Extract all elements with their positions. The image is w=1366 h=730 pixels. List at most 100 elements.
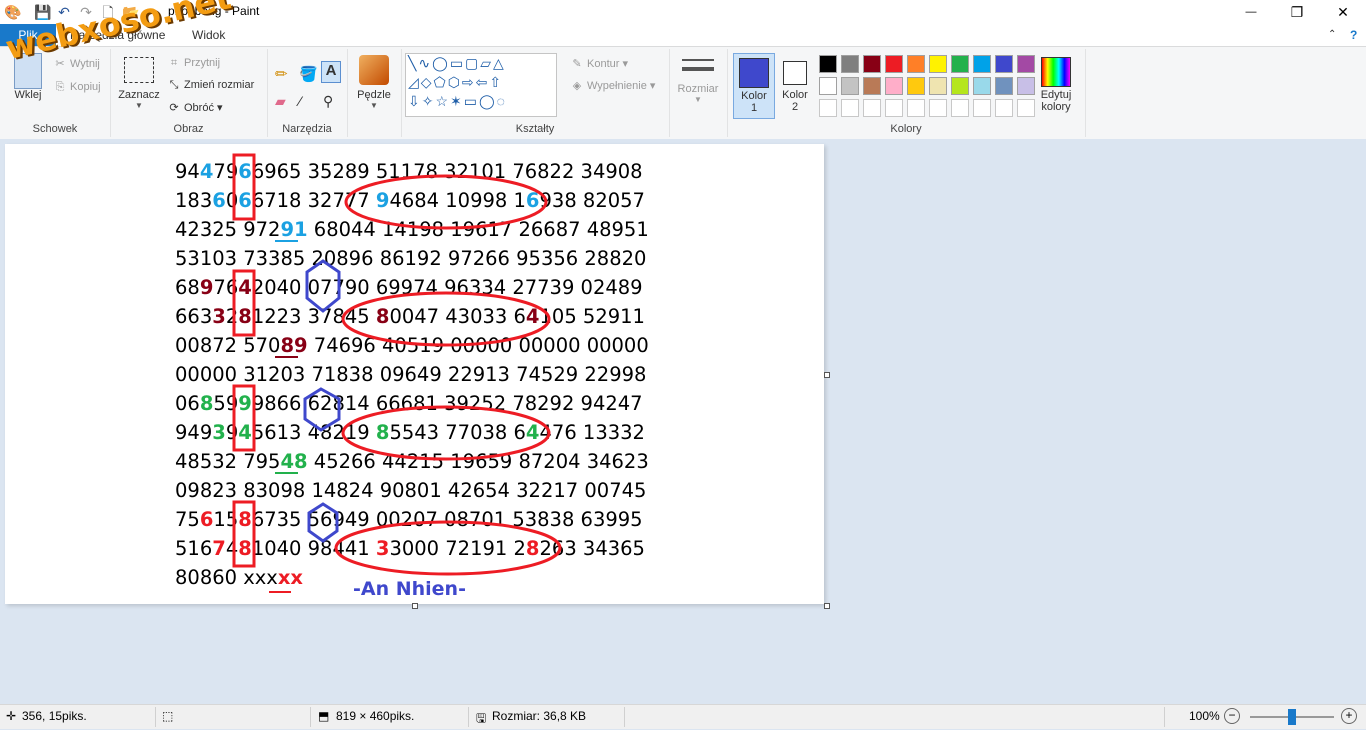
zoom-out-button[interactable]: − <box>1224 708 1240 724</box>
minimize-button[interactable]: — <box>1228 0 1274 24</box>
canvas-area[interactable]: 9447966965 35289 51178 32101 76822 34908… <box>0 139 1366 704</box>
custom-color-slot[interactable] <box>995 99 1013 117</box>
signature-text: -An Nhien- <box>353 578 466 600</box>
zoom-slider-thumb[interactable] <box>1288 709 1296 725</box>
outline-button[interactable]: ✎ Kontur ▾ <box>569 57 628 70</box>
custom-color-slot[interactable] <box>863 99 881 117</box>
palette-color-swatch[interactable] <box>995 55 1013 73</box>
palette-color-swatch[interactable] <box>995 77 1013 95</box>
color-wheel-icon <box>1041 57 1071 87</box>
maximize-button[interactable]: ❐ <box>1274 0 1320 24</box>
colors-group: Kolor 1 Kolor 2 Edytuj kolory Kolory <box>727 49 1086 137</box>
resize-handle-bottom[interactable] <box>412 603 418 609</box>
digit-run: 53103 73385 20896 86192 97266 95356 2882… <box>175 247 647 270</box>
highlighted-digit: 4 <box>525 305 540 328</box>
fill-bucket-icon[interactable]: 🪣 <box>299 65 318 83</box>
palette-color-swatch[interactable] <box>951 77 969 95</box>
palette-color-swatch[interactable] <box>885 77 903 95</box>
digit-run: 3000 72191 2 <box>389 537 526 560</box>
number-line: 0685999866 62814 66681 39252 78292 94247 <box>175 392 643 415</box>
custom-color-slot[interactable] <box>973 99 991 117</box>
color-picker-icon[interactable]: ⁄ <box>299 93 301 109</box>
color1-button[interactable]: Kolor 1 <box>733 53 775 119</box>
copy-button[interactable]: ⎘ Kopiuj <box>52 81 101 94</box>
number-line: 5167481040 98441 33000 72191 28263 34365 <box>175 537 645 560</box>
custom-color-slot[interactable] <box>841 99 859 117</box>
palette-color-swatch[interactable] <box>819 55 837 73</box>
custom-color-slot[interactable] <box>907 99 925 117</box>
highlighted-digit: 6 <box>199 508 214 531</box>
digit-run: 00000 31203 71838 09649 22913 74529 2299… <box>175 363 647 386</box>
tab-view[interactable]: Widok <box>182 24 235 46</box>
zoom-slider[interactable] <box>1250 709 1334 725</box>
palette-color-swatch[interactable] <box>863 55 881 73</box>
palette-color-swatch[interactable] <box>929 77 947 95</box>
highlighted-digit: 4 <box>525 421 540 444</box>
cut-button[interactable]: ✂ Wytnij <box>52 57 99 70</box>
palette-color-swatch[interactable] <box>973 77 991 95</box>
cursor-position-icon: ✛ <box>6 709 17 723</box>
color2-button[interactable]: Kolor 2 <box>775 53 815 117</box>
brush-icon <box>359 55 389 85</box>
text-tool-icon[interactable]: A <box>321 61 341 83</box>
paste-label: Wklej <box>14 89 42 101</box>
number-line: 48532 79548 45266 44215 19659 87204 3462… <box>175 450 649 473</box>
palette-color-swatch[interactable] <box>841 77 859 95</box>
custom-color-slot[interactable] <box>929 99 947 117</box>
palette-color-swatch[interactable] <box>973 55 991 73</box>
palette-color-swatch[interactable] <box>907 55 925 73</box>
resize-handle-corner[interactable] <box>824 603 830 609</box>
select-button[interactable]: Zaznacz ▼ <box>116 57 162 110</box>
crop-button[interactable]: ⌗ Przytnij <box>166 57 220 70</box>
shapes-gallery[interactable]: ╲∿◯▭▢▱△ ◿◇⬠⬡⇨⇦⇧ ⇩✧☆✶▭◯◌ <box>405 53 557 117</box>
color2-swatch <box>783 61 807 85</box>
digit-run: 68044 14198 19617 26687 48951 <box>307 218 649 241</box>
highlighted-digit: 8 <box>525 537 540 560</box>
edit-colors-button[interactable]: Edytuj kolory <box>1033 53 1079 113</box>
rotate-button[interactable]: ⟳ Obróć ▾ <box>166 101 222 114</box>
custom-color-slot[interactable] <box>885 99 903 117</box>
eraser-icon[interactable]: ▰ <box>275 93 286 110</box>
number-line: 9447966965 35289 51178 32101 76822 34908 <box>175 160 643 183</box>
highlighted-digit: 4 <box>238 276 252 299</box>
highlighted-digit: 3 <box>212 305 226 328</box>
highlighted-digit: 3 <box>375 537 390 560</box>
digit-run: 183 <box>175 189 213 212</box>
rotate-icon: ⟳ <box>169 102 179 114</box>
help-icon[interactable]: ? <box>1340 24 1366 46</box>
highlighted-digit: 9 <box>375 189 390 212</box>
zoom-in-button[interactable]: + <box>1341 708 1357 724</box>
drawing-canvas[interactable]: 9447966965 35289 51178 32101 76822 34908… <box>5 144 824 604</box>
shapes-group-label: Kształty <box>515 123 555 135</box>
palette-color-swatch[interactable] <box>929 55 947 73</box>
resize-button[interactable]: ⤡ Zmień rozmiar <box>166 79 255 92</box>
digit-run: 74696 40519 00000 00000 00000 <box>307 334 649 357</box>
digit-run: 6735 56949 00207 08701 53838 63995 <box>251 508 643 531</box>
number-line: 42325 97291 68044 14198 19617 26687 4895… <box>175 218 649 241</box>
status-separator <box>624 707 625 727</box>
fill-button[interactable]: ◈ Wypełnienie ▾ <box>569 79 656 92</box>
file-size: Rozmiar: 36,8 KB <box>492 709 587 723</box>
palette-color-swatch[interactable] <box>885 55 903 73</box>
palette-color-swatch[interactable] <box>907 77 925 95</box>
digit-run: 9866 62814 66681 39252 78292 94247 <box>251 392 643 415</box>
digit-run: 2 <box>225 305 239 328</box>
tools-group: ✏ 🪣 A ▰ ⁄ ⚲ Narzędzia <box>267 49 348 137</box>
pencil-icon[interactable]: ✏ <box>275 65 288 83</box>
highlighted-digit: 8 <box>238 537 252 560</box>
magnifier-icon[interactable]: ⚲ <box>323 93 333 110</box>
palette-color-swatch[interactable] <box>863 77 881 95</box>
highlighted-digit: 4 <box>238 421 252 444</box>
palette-color-swatch[interactable] <box>951 55 969 73</box>
size-button[interactable]: Rozmiar ▼ <box>675 55 721 104</box>
palette-color-swatch[interactable] <box>841 55 859 73</box>
custom-color-slot[interactable] <box>951 99 969 117</box>
save-icon[interactable]: 💾 <box>34 4 51 20</box>
close-button[interactable]: ✕ <box>1320 0 1366 24</box>
custom-color-slot[interactable] <box>819 99 837 117</box>
palette-color-swatch[interactable] <box>819 77 837 95</box>
brushes-button[interactable]: Pędzle ▼ <box>353 55 395 110</box>
number-line: 53103 73385 20896 86192 97266 95356 2882… <box>175 247 646 270</box>
brushes-group: Pędzle ▼ <box>347 49 402 137</box>
resize-handle-right[interactable] <box>824 372 830 378</box>
